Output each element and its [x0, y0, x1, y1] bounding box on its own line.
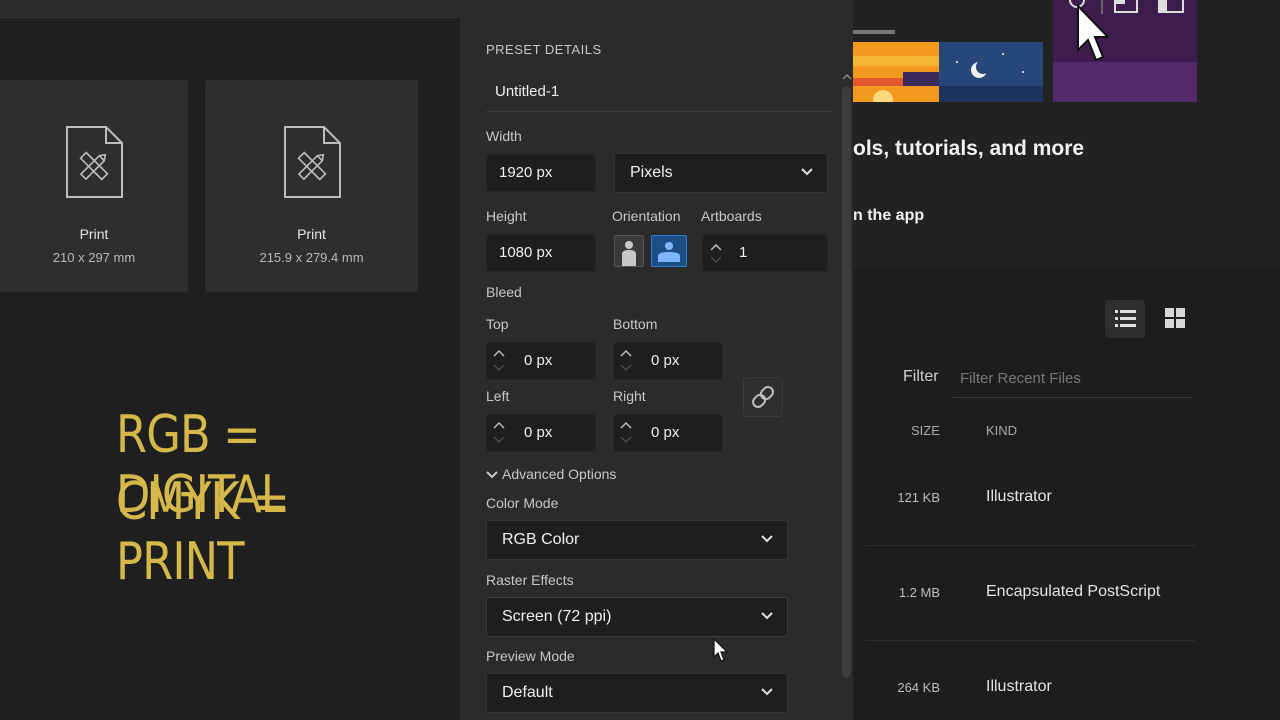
overlay-caption-cmyk: CMYK = PRINT [116, 472, 290, 592]
stepper-arrows-icon[interactable] [488, 414, 510, 452]
height-input[interactable]: 1080 px [486, 234, 596, 272]
color-mode-label: Color Mode [486, 495, 559, 511]
panel-icon[interactable] [1158, 0, 1184, 13]
promo-banner: ols, tutorials, and more n the app [853, 0, 1280, 268]
width-input[interactable]: 1920 px [486, 154, 596, 192]
file-kind: Encapsulated PostScript [986, 583, 1161, 600]
units-select[interactable]: Pixels [614, 153, 828, 193]
chevron-down-icon [761, 535, 773, 543]
table-row[interactable]: 1.2 MB Encapsulated PostScript [865, 583, 1195, 641]
chevron-down-icon [761, 688, 773, 696]
grid-view-icon[interactable] [1163, 306, 1187, 330]
height-label: Height [486, 208, 527, 224]
file-kind: Illustrator [986, 678, 1052, 695]
preset-card-size: 210 x 297 mm [52, 250, 136, 265]
cursor-icon [713, 638, 729, 662]
filter-label: Filter [903, 368, 939, 385]
preset-details-panel: PRESET DETAILS Untitled-1 Width 1920 px … [460, 0, 853, 720]
stepper-arrows-icon[interactable] [615, 414, 637, 452]
file-size: 121 KB [897, 490, 940, 505]
bleed-right-label: Right [613, 388, 646, 404]
promo-subheadline[interactable]: n the app [853, 207, 924, 225]
chevron-down-icon [801, 168, 813, 176]
document-ruler-pencil-icon [283, 126, 341, 198]
presets-area: Print 210 x 297 mm Print 215.9 x 279.4 m… [0, 0, 460, 720]
bleed-left-label: Left [486, 388, 510, 404]
cursor-icon [1077, 4, 1108, 62]
filter-input[interactable]: Filter Recent Files [953, 364, 1193, 398]
app-window: Print 210 x 297 mm Print 215.9 x 279.4 m… [0, 0, 1280, 720]
column-header-kind[interactable]: KIND [986, 423, 1017, 438]
units-value: Pixels [630, 164, 673, 181]
raster-effects-label: Raster Effects [486, 572, 574, 588]
preset-card-title: Print [297, 226, 326, 242]
orientation-label: Orientation [612, 208, 681, 224]
document-ruler-pencil-icon [66, 126, 123, 198]
advanced-options-toggle[interactable]: Advanced Options [486, 466, 616, 482]
advanced-options-label: Advanced Options [502, 466, 617, 482]
home-screen: ols, tutorials, and more n the app Filte… [853, 0, 1280, 720]
promo-thumbnails [853, 42, 1043, 102]
top-bar [0, 0, 460, 18]
bleed-top-label: Top [486, 316, 509, 332]
list-view-icon [1115, 310, 1136, 327]
preview-mode-value: Default [502, 684, 553, 701]
bleed-bottom-label: Bottom [613, 316, 658, 332]
promo-headline: ols, tutorials, and more [853, 137, 1085, 160]
strip-divider [853, 30, 895, 34]
bleed-bottom-value: 0 px [651, 352, 680, 369]
column-header-size[interactable]: SIZE [911, 423, 940, 438]
color-mode-value: RGB Color [502, 531, 580, 548]
document-name-input[interactable]: Untitled-1 [486, 72, 832, 112]
link-icon [752, 386, 774, 408]
portrait-icon [622, 241, 636, 266]
table-row[interactable]: 121 KB Illustrator [865, 488, 1195, 546]
preset-card-title: Print [79, 226, 109, 242]
file-kind: Illustrator [986, 488, 1052, 505]
list-view-button[interactable] [1105, 300, 1145, 338]
landscape-button[interactable] [651, 235, 687, 267]
artboards-label: Artboards [701, 208, 762, 224]
width-label: Width [486, 128, 522, 144]
preview-mode-select[interactable]: Default [486, 673, 788, 713]
preset-card-letter[interactable]: Print 215.9 x 279.4 mm [205, 80, 418, 292]
preset-card-size: 215.9 x 279.4 mm [259, 250, 364, 265]
chevron-down-icon [761, 612, 773, 620]
bleed-top-value: 0 px [524, 352, 553, 369]
landscape-icon [658, 242, 680, 262]
raster-effects-value: Screen (72 ppi) [502, 608, 612, 625]
preview-mode-label: Preview Mode [486, 648, 575, 664]
layout-icon[interactable] [1114, 0, 1138, 13]
scrollbar-thumb[interactable] [842, 86, 851, 678]
bleed-left-value: 0 px [524, 424, 553, 441]
stepper-arrows-icon[interactable] [488, 342, 510, 380]
portrait-button[interactable] [614, 235, 644, 267]
chevron-down-icon [486, 471, 498, 479]
link-bleed-button[interactable] [743, 377, 783, 417]
preset-card-a4[interactable]: Print 210 x 297 mm [0, 80, 188, 292]
color-mode-select[interactable]: RGB Color [486, 520, 788, 560]
raster-effects-select[interactable]: Screen (72 ppi) [486, 597, 788, 637]
artboards-value: 1 [739, 244, 748, 261]
section-title: PRESET DETAILS [486, 42, 602, 57]
bleed-label: Bleed [486, 284, 522, 300]
bleed-right-value: 0 px [651, 424, 680, 441]
scroll-up-icon[interactable] [841, 72, 853, 82]
file-size: 264 KB [897, 680, 940, 695]
table-row[interactable]: 264 KB Illustrator [865, 678, 1195, 720]
file-size: 1.2 MB [898, 585, 940, 600]
artboards-stepper-icon[interactable] [705, 234, 727, 272]
stepper-arrows-icon[interactable] [615, 342, 637, 380]
